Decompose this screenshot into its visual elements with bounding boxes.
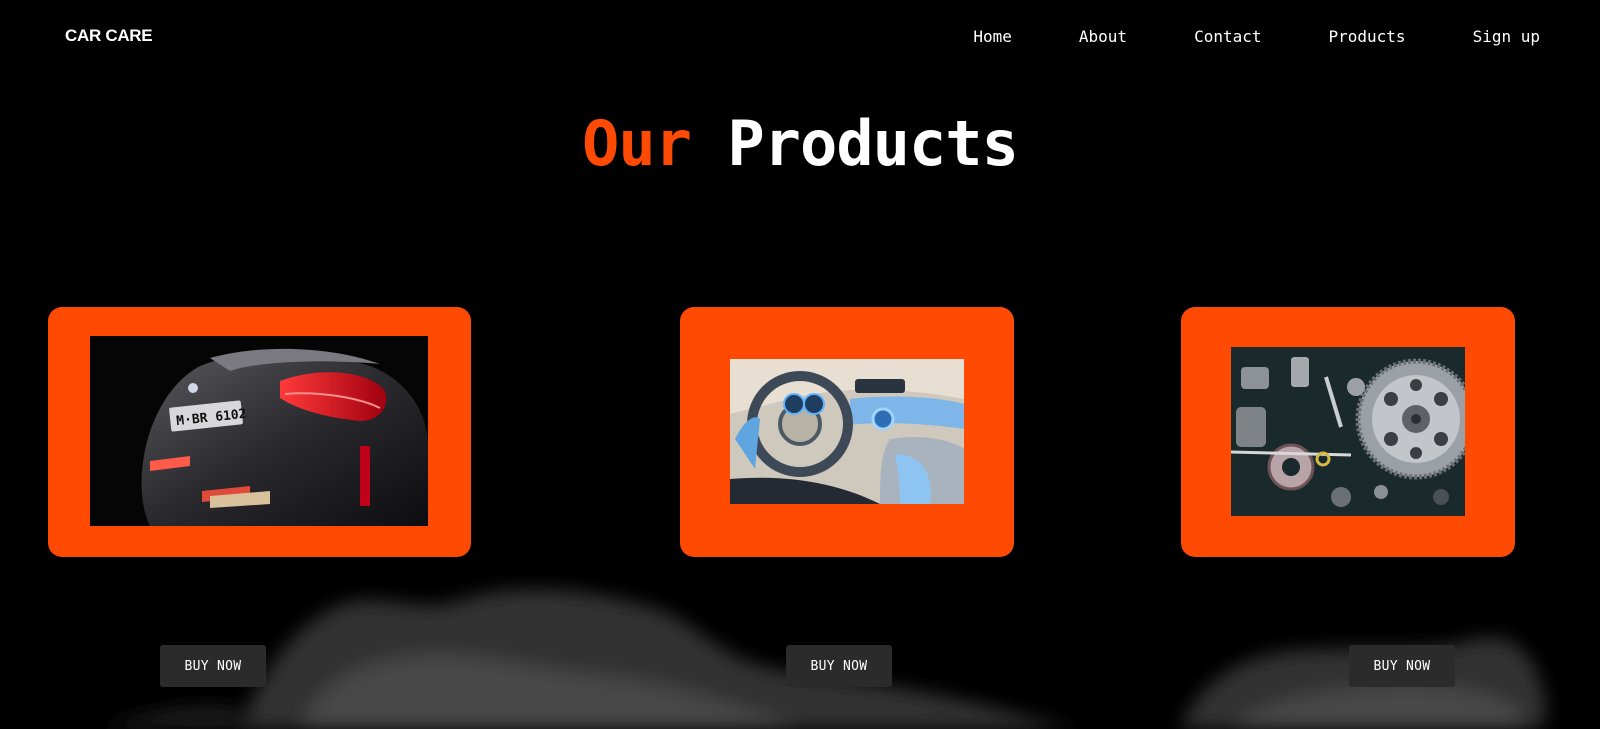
buy-now-button-1[interactable]: BUY NOW <box>160 645 266 687</box>
product-card-1: M·BR 6102 <box>48 307 471 557</box>
car-rear-photo[interactable]: M·BR 6102 <box>90 336 428 526</box>
nav-products[interactable]: Products <box>1329 28 1406 46</box>
page-title-accent: Our <box>582 107 692 180</box>
nav-about[interactable]: About <box>1079 28 1127 46</box>
product-card-2 <box>680 307 1014 557</box>
nav-sign-up[interactable]: Sign up <box>1473 28 1540 46</box>
car-interior-photo[interactable] <box>730 359 964 504</box>
nav-home[interactable]: Home <box>973 28 1012 46</box>
logo[interactable]: CAR CARE <box>65 26 153 46</box>
car-parts-photo[interactable] <box>1231 347 1465 516</box>
page-title: Our Products <box>0 108 1600 180</box>
product-card-3 <box>1181 307 1515 557</box>
buy-now-button-3[interactable]: BUY NOW <box>1349 645 1455 687</box>
nav-contact[interactable]: Contact <box>1194 28 1261 46</box>
buy-now-button-2[interactable]: BUY NOW <box>786 645 892 687</box>
page-title-rest: Products <box>727 107 1019 180</box>
main-nav: Home About Contact Products Sign up <box>906 28 1540 46</box>
